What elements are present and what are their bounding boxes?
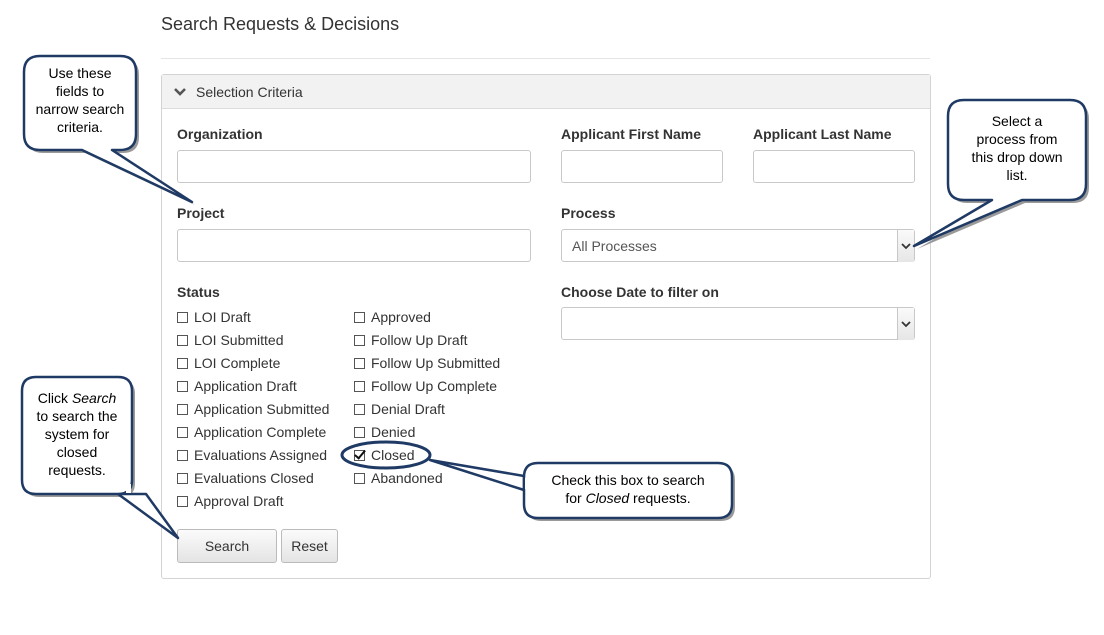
callout-line: closed	[56, 444, 98, 460]
callout-line: Check this box to search	[551, 472, 705, 488]
callout-emphasis: Closed	[585, 490, 630, 506]
closed-highlight-ellipse	[340, 440, 432, 470]
callout-line: for Closed requests.	[524, 489, 732, 507]
callout-search-text: Click Search to search the system for cl…	[22, 389, 132, 479]
callout-line: process from	[976, 131, 1058, 147]
callout-line: Select a	[991, 113, 1043, 129]
callout-search-join	[126, 484, 131, 493]
callout-line: requests.	[48, 462, 106, 478]
callout-process-text: Select a process from this drop down lis…	[948, 112, 1086, 184]
callout-closed-pointer	[428, 458, 526, 492]
callout-line: fields to	[55, 83, 105, 99]
callout-search-pointer	[116, 492, 180, 540]
callout-line: to search the	[36, 408, 118, 424]
callout-line: narrow search	[35, 101, 125, 117]
callout-line: this drop down	[971, 149, 1063, 165]
callout-text-part: for	[565, 490, 586, 506]
callout-emphasis: Search	[71, 390, 117, 406]
callout-line: Use these	[48, 65, 112, 81]
callout-line: criteria.	[57, 119, 103, 135]
callout-line: system for	[44, 426, 110, 442]
callout-text-part: requests.	[629, 490, 691, 506]
callout-layer	[20, 54, 1089, 540]
callout-line: list.	[1006, 167, 1028, 183]
callout-closed-text: Check this box to search for Closed requ…	[524, 471, 732, 507]
callout-text-part: Click	[37, 390, 72, 406]
callout-line: Click Search	[22, 389, 132, 407]
callout-narrow-text: Use these fields to narrow search criter…	[24, 64, 136, 136]
